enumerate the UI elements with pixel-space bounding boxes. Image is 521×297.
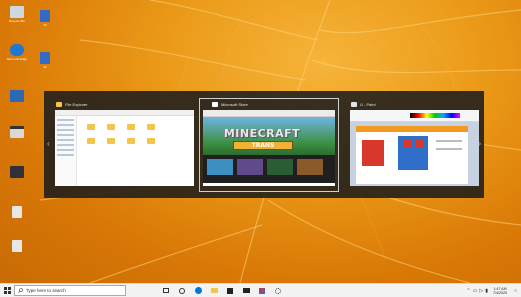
product-row — [203, 155, 335, 183]
windows-icon — [3, 287, 11, 294]
clock-time: 1:47 AM — [493, 286, 507, 291]
desktop-icon-app[interactable] — [6, 166, 28, 192]
clock[interactable]: 1:47 AM 7/4/2020 — [493, 287, 507, 295]
window-thumb-paint[interactable]: U - Paint — [339, 99, 484, 191]
window-thumb-microsoft-store[interactable]: Microsoft Store MINECRAFT TRANS — [199, 98, 339, 192]
folder-icon — [107, 124, 115, 130]
chevron-up-icon[interactable]: ⌃ — [466, 288, 470, 294]
desktop-icon-word[interactable]: W — [34, 52, 56, 78]
window-preview — [350, 110, 479, 186]
product-tile[interactable] — [237, 159, 263, 175]
task-view-icon — [163, 288, 169, 293]
store-icon — [212, 101, 218, 107]
search-box[interactable]: Type here to search — [14, 285, 126, 296]
hero-banner: MINECRAFT TRANS — [203, 117, 335, 155]
desktop-icon-recycle-bin[interactable]: Recycle Bin — [6, 6, 28, 32]
edge-icon — [194, 287, 202, 294]
paint-icon — [351, 101, 357, 107]
folder-icon — [127, 138, 135, 144]
monitor-icon — [10, 90, 24, 102]
navigation-pane — [55, 116, 77, 186]
paint-button[interactable] — [254, 284, 270, 297]
canvas[interactable] — [356, 126, 468, 184]
mail-icon — [242, 288, 250, 293]
color-palette[interactable] — [410, 113, 460, 118]
desktop-icon-word[interactable]: W — [34, 10, 56, 36]
desktop-icon-label: Recycle Bin — [9, 19, 25, 23]
folder-icon — [147, 124, 155, 130]
paint-icon — [259, 287, 265, 294]
window-preview: MINECRAFT TRANS — [203, 110, 335, 186]
start-button[interactable] — [0, 284, 14, 297]
word-icon — [40, 52, 50, 64]
window-title: Microsoft Store — [221, 101, 248, 107]
edge-icon — [10, 44, 24, 56]
settings-icon — [275, 287, 281, 294]
folder-icon — [147, 138, 155, 144]
folder-icon — [87, 138, 95, 144]
taskbar: Type here to search ⌃ ▭ ▷ ▮ 1:47 AM 7/4/… — [0, 283, 521, 297]
folder-icon — [56, 101, 62, 107]
search-icon — [18, 288, 23, 293]
volume-icon[interactable]: ▷ — [479, 288, 483, 294]
word-icon — [40, 10, 50, 22]
desktop-icon-label: W — [43, 23, 47, 27]
search-placeholder: Type here to search — [26, 288, 66, 293]
canvas-area — [350, 122, 479, 186]
desktop-icon-app[interactable] — [6, 90, 28, 116]
cortana-button[interactable] — [174, 284, 190, 297]
printer-icon — [10, 126, 24, 138]
store-icon — [227, 287, 233, 294]
desktop-icon-label: W — [43, 65, 47, 69]
computer-icon — [10, 166, 24, 178]
clock-date: 7/4/2020 — [492, 290, 507, 295]
mail-button[interactable] — [238, 284, 254, 297]
settings-button[interactable] — [270, 284, 286, 297]
product-tile[interactable] — [297, 159, 323, 175]
cortana-icon — [179, 287, 185, 294]
window-preview — [55, 110, 194, 186]
window-title: File Explorer — [65, 101, 88, 107]
battery-icon[interactable]: ▮ — [485, 288, 488, 294]
folder-icon — [127, 124, 135, 130]
desktop-icon-app[interactable] — [6, 240, 28, 266]
document-icon — [12, 240, 22, 252]
window-thumb-file-explorer[interactable]: File Explorer — [44, 99, 199, 191]
hero-subtitle: TRANS — [233, 141, 293, 150]
desktop-icon-label: Microsoft Edge — [6, 57, 27, 61]
file-explorer-button[interactable] — [206, 284, 222, 297]
document-icon — [12, 206, 22, 218]
desktop-icon-edge[interactable]: Microsoft Edge — [6, 44, 28, 70]
window-title: U - Paint — [360, 101, 376, 107]
desktop-icon-app[interactable] — [6, 126, 28, 152]
edge-button[interactable] — [190, 284, 206, 297]
recycle-bin-icon — [10, 6, 24, 18]
folder-icon — [87, 124, 95, 130]
store-header — [203, 110, 335, 117]
task-view-button[interactable] — [158, 284, 174, 297]
network-icon[interactable]: ▭ — [473, 288, 478, 294]
folder-icon — [107, 138, 115, 144]
ribbon — [350, 110, 479, 122]
task-switcher: ‹ › File Explorer Microsoft Store MINECR… — [44, 91, 484, 198]
file-explorer-icon — [210, 288, 218, 293]
store-button[interactable] — [222, 284, 238, 297]
system-tray: ⌃ ▭ ▷ ▮ 1:47 AM 7/4/2020 ○ — [464, 287, 521, 295]
desktop-icon-app[interactable] — [6, 206, 28, 232]
product-tile[interactable] — [267, 159, 293, 175]
product-tile[interactable] — [207, 159, 233, 175]
notification-icon[interactable]: ○ — [514, 288, 517, 294]
